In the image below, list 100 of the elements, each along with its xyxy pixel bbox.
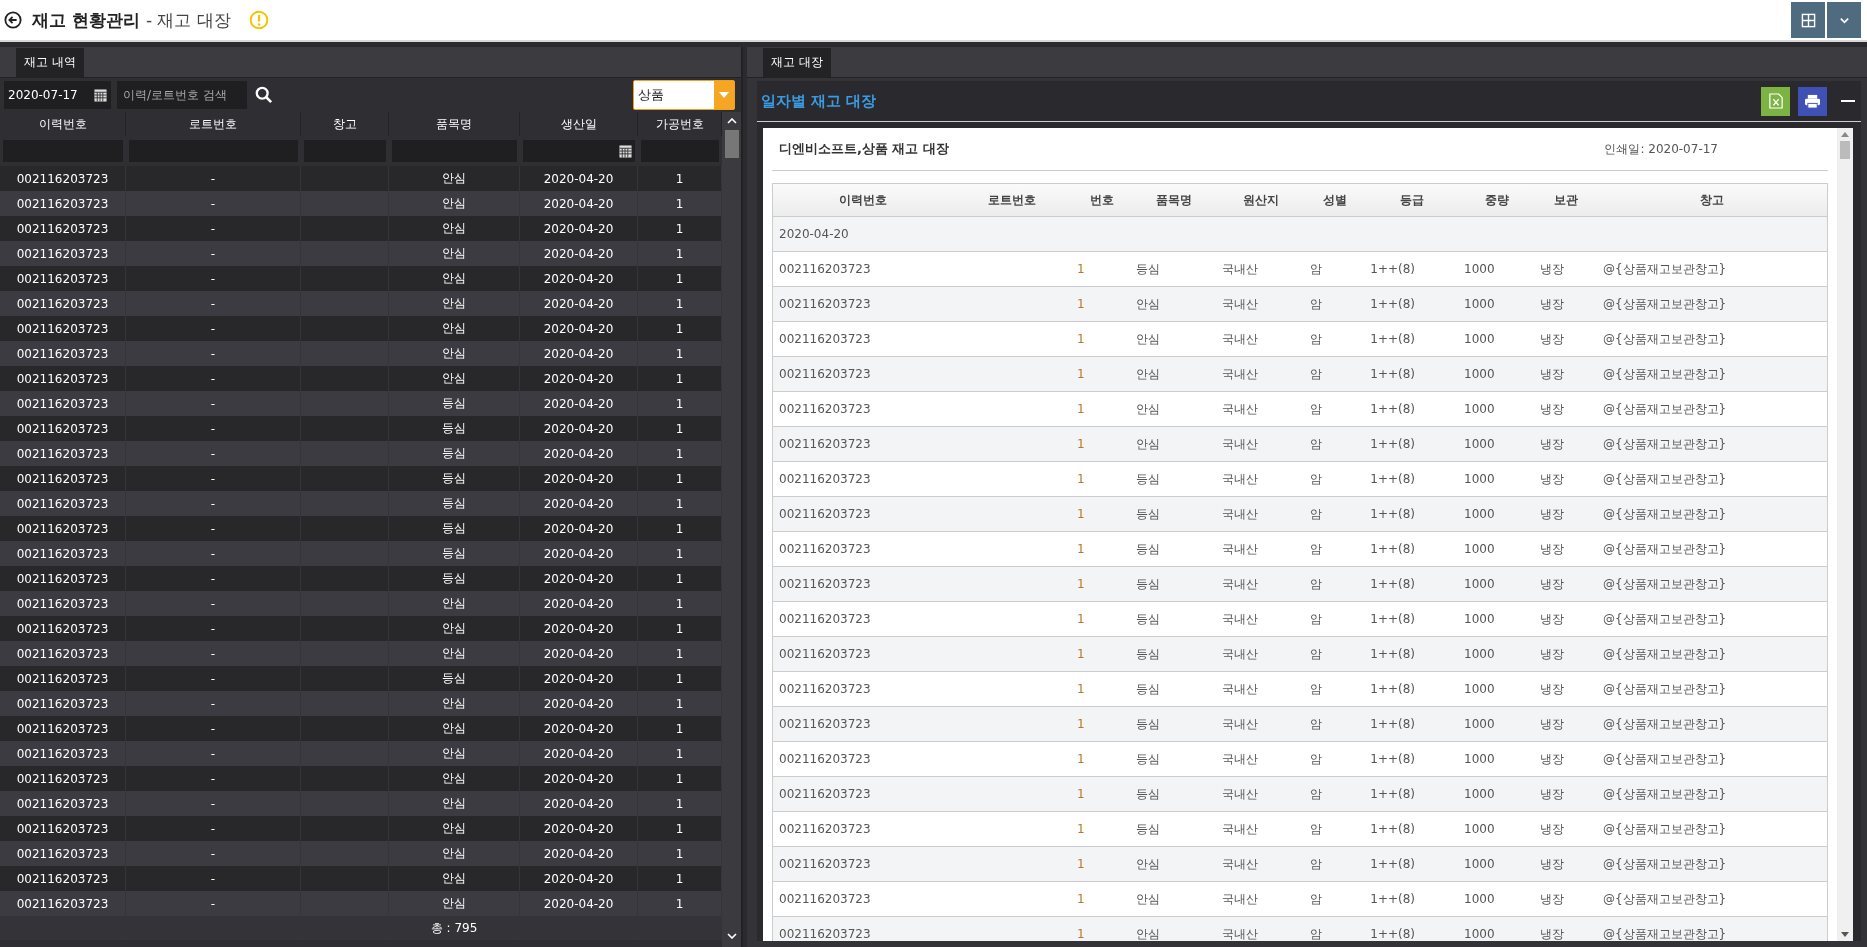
table-cell: 2020-04-20 xyxy=(543,321,614,336)
table-cell: 안심 xyxy=(442,620,466,637)
table-cell: @{상품재고보관창고} xyxy=(1602,785,1727,803)
table-cell: 002116203723 xyxy=(16,846,109,861)
table-cell: 등심 xyxy=(442,670,466,687)
table-cell: 1 xyxy=(1077,262,1085,276)
table-cell: 1 xyxy=(1077,297,1085,311)
table-cell: @{상품재고보관창고} xyxy=(1602,330,1727,348)
table-cell: 1 xyxy=(1077,612,1085,626)
table-cell: 002116203723 xyxy=(779,927,871,941)
print-button[interactable] xyxy=(1798,86,1827,116)
table-cell: 002116203723 xyxy=(779,297,871,311)
table-cell: 002116203723 xyxy=(16,771,109,786)
table-cell: 002116203723 xyxy=(779,472,871,486)
table-cell: 1++(8) xyxy=(1370,367,1416,381)
table-cell: 등심 xyxy=(442,495,466,512)
table-cell: 002116203723 xyxy=(779,577,871,591)
table-cell: 안심 xyxy=(442,370,466,387)
table-cell: 2020-04-20 xyxy=(543,846,614,861)
panel-tab[interactable]: 재고 대장 xyxy=(763,48,831,77)
scrollbar-thumb[interactable] xyxy=(1840,141,1850,159)
table-cell: 1000 xyxy=(1464,892,1495,906)
table-cell: 암 xyxy=(1309,680,1322,698)
table-cell: 1++(8) xyxy=(1370,752,1416,766)
excel-export-button[interactable] xyxy=(1761,86,1790,116)
table-cell: 1 xyxy=(1077,472,1085,486)
table-cell: 등심 xyxy=(1136,750,1161,768)
search-icon[interactable] xyxy=(255,86,273,104)
table-cell: 2020-04-20 xyxy=(543,546,614,561)
calendar-icon[interactable] xyxy=(619,144,632,158)
table-cell: 1 xyxy=(675,871,684,886)
caret-down-icon[interactable] xyxy=(1841,932,1849,937)
chevron-down-icon[interactable] xyxy=(726,933,737,939)
table-cell: @{상품재고보관창고} xyxy=(1602,645,1727,663)
table-cell: - xyxy=(210,846,216,861)
table-cell: 안심 xyxy=(442,645,466,662)
table-cell: @{상품재고보관창고} xyxy=(1602,365,1727,383)
table-cell: 002116203723 xyxy=(16,621,109,636)
table-cell: 1000 xyxy=(1464,612,1495,626)
chevron-up-icon[interactable] xyxy=(726,118,737,124)
calendar-icon[interactable] xyxy=(94,88,107,102)
table-cell: - xyxy=(210,471,216,486)
table-cell: 국내산 xyxy=(1221,750,1258,768)
table-cell: 1 xyxy=(675,646,684,661)
table-cell: 1 xyxy=(675,671,684,686)
table-cell: 안심 xyxy=(1136,855,1161,873)
table-cell: 2020-04-20 xyxy=(543,396,614,411)
table-cell: - xyxy=(210,546,216,561)
table-cell: 002116203723 xyxy=(779,262,871,276)
table-cell: 1 xyxy=(1077,787,1085,801)
column-header: 번호 xyxy=(1089,191,1114,209)
scrollbar-thumb[interactable] xyxy=(724,130,739,158)
table-cell: 002116203723 xyxy=(779,437,871,451)
table-cell: 1++(8) xyxy=(1370,262,1416,276)
table-cell: 1++(8) xyxy=(1370,297,1416,311)
table-cell: 1000 xyxy=(1464,262,1495,276)
table-cell: 2020-04-20 xyxy=(543,796,614,811)
table-cell: 002116203723 xyxy=(779,542,871,556)
table-cell: 1 xyxy=(675,521,684,536)
table-cell: 냉장 xyxy=(1540,820,1564,838)
table-cell: 1000 xyxy=(1464,332,1495,346)
table-cell: 002116203723 xyxy=(779,612,871,626)
table-cell: 1 xyxy=(675,896,684,911)
table-cell: 1++(8) xyxy=(1370,682,1416,696)
minimize-icon[interactable] xyxy=(1841,99,1855,103)
table-cell: 002116203723 xyxy=(16,471,109,486)
category-select[interactable]: 상품 xyxy=(633,80,735,110)
grid-view-button[interactable] xyxy=(1791,2,1825,38)
group-date: 2020-04-20 xyxy=(779,227,849,241)
table-cell: 국내산 xyxy=(1221,575,1258,593)
column-header: 등급 xyxy=(1400,191,1425,209)
search-field[interactable]: 이력/로트번호 검색 xyxy=(117,81,247,109)
table-cell: 암 xyxy=(1309,925,1322,941)
table-cell: 2020-04-20 xyxy=(543,371,614,386)
table-cell: 2020-04-20 xyxy=(543,521,614,536)
table-cell: 1++(8) xyxy=(1370,542,1416,556)
scrollbar[interactable] xyxy=(722,112,741,947)
table-cell: 2020-04-20 xyxy=(543,821,614,836)
table-cell: 002116203723 xyxy=(16,571,109,586)
table-cell: 002116203723 xyxy=(16,896,109,911)
table-cell: 002116203723 xyxy=(16,721,109,736)
table-cell: 암 xyxy=(1309,645,1322,663)
filter-field[interactable] xyxy=(523,140,635,162)
table-cell: - xyxy=(210,246,216,261)
scrollbar[interactable] xyxy=(1837,128,1853,941)
table-cell: 002116203723 xyxy=(779,857,871,871)
column-header: 원산지 xyxy=(1242,191,1279,209)
table-cell: 002116203723 xyxy=(16,346,109,361)
table-cell: 2020-04-20 xyxy=(543,596,614,611)
table-cell: 1 xyxy=(1077,857,1085,871)
table-cell: 1++(8) xyxy=(1370,647,1416,661)
table-cell: 냉장 xyxy=(1540,365,1564,383)
table-cell: 국내산 xyxy=(1221,925,1258,941)
table-cell: 002116203723 xyxy=(16,521,109,536)
panel-tab[interactable]: 재고 내역 xyxy=(16,48,84,77)
caret-up-icon[interactable] xyxy=(1841,132,1849,137)
page-title: 재고 현황관리 xyxy=(32,8,140,32)
table-cell: 등심 xyxy=(442,520,466,537)
date-field[interactable]: 2020-07-17 xyxy=(4,81,111,109)
table-cell: 002116203723 xyxy=(16,421,109,436)
